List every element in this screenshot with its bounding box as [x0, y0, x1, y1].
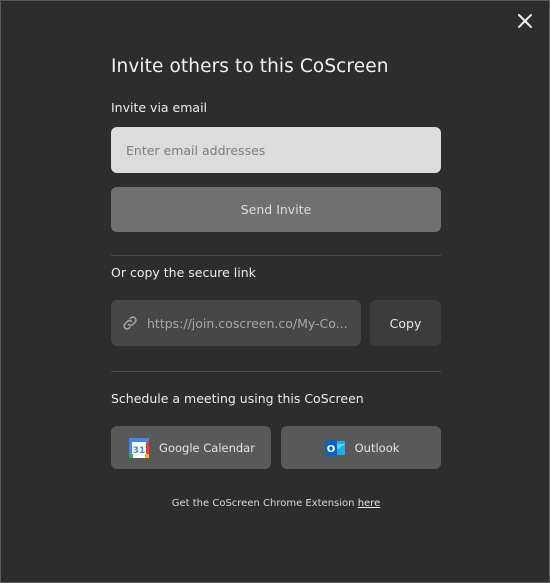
outlook-icon: O [323, 436, 347, 460]
link-icon [123, 316, 137, 330]
link-section-label: Or copy the secure link [111, 265, 256, 280]
footer: Get the CoScreen Chrome Extension here [1, 498, 550, 509]
dialog-title: Invite others to this CoScreen [111, 56, 389, 77]
outlook-button[interactable]: O Outlook [281, 426, 441, 469]
email-section-label: Invite via email [111, 100, 208, 115]
secure-link-box[interactable]: https://join.coscreen.co/My-Co... [111, 300, 361, 346]
google-calendar-label: Google Calendar [159, 440, 255, 455]
divider [111, 255, 441, 256]
svg-text:31: 31 [133, 446, 146, 456]
invite-dialog: Invite others to this CoScreen Invite vi… [0, 0, 550, 583]
svg-text:O: O [326, 444, 335, 455]
send-invite-label: Send Invite [240, 202, 312, 217]
outlook-label: Outlook [354, 440, 400, 455]
schedule-section-label: Schedule a meeting using this CoScreen [111, 391, 364, 406]
secure-link-text: https://join.coscreen.co/My-Co... [147, 315, 348, 331]
footer-text: Get the CoScreen Chrome Extension [171, 498, 358, 509]
close-icon [518, 14, 532, 28]
divider [111, 371, 441, 372]
send-invite-button[interactable]: Send Invite [111, 187, 441, 232]
email-input[interactable] [111, 127, 441, 173]
copy-button[interactable]: Copy [370, 300, 441, 346]
copy-label: Copy [389, 315, 422, 331]
google-calendar-icon: 31 [127, 436, 151, 460]
chrome-extension-link[interactable]: here [358, 498, 381, 509]
close-button[interactable] [515, 11, 535, 31]
google-calendar-button[interactable]: 31 Google Calendar [111, 426, 271, 469]
